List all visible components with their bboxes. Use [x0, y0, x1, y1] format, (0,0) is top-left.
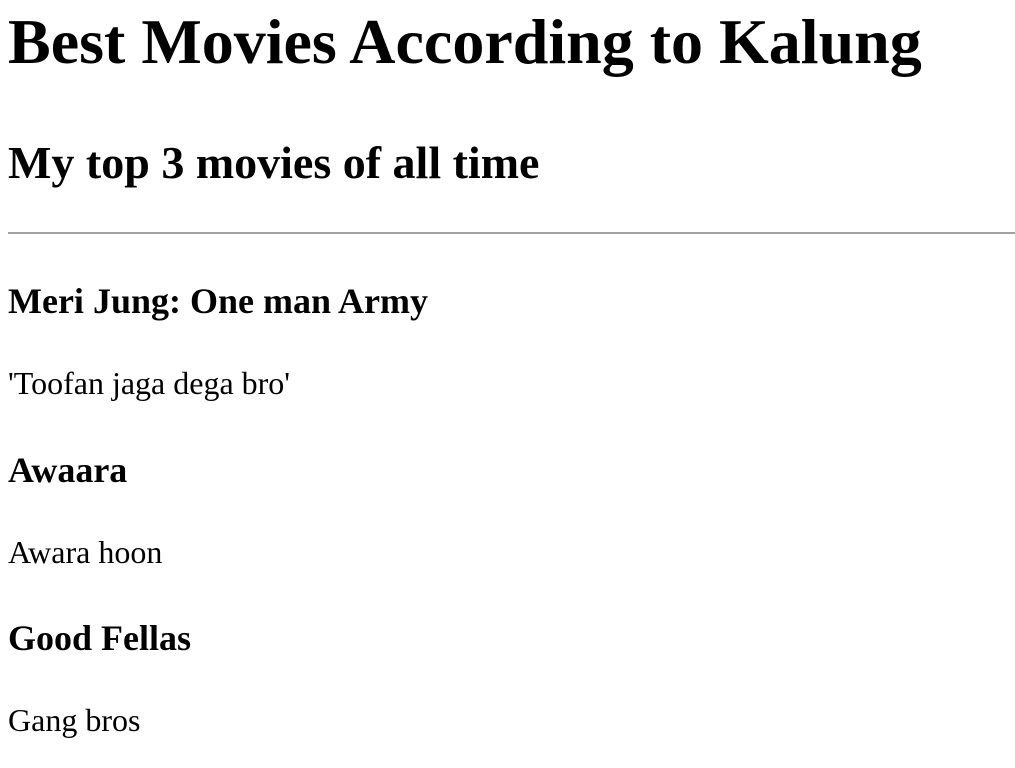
movie-description: 'Toofan jaga dega bro': [8, 365, 291, 401]
page: Best Movies According to Kalung My top 3…: [0, 0, 1015, 768]
movie-title: Awaara: [8, 450, 128, 490]
movie-title: Meri Jung: One man Army: [8, 281, 428, 321]
movie-title: Good Fellas: [8, 618, 192, 658]
movie-description: Gang bros: [8, 702, 141, 738]
movie-item: Meri Jung: One man Army 'Toofan jaga deg…: [8, 283, 1008, 399]
movie-description: Awara hoon: [8, 534, 163, 570]
movie-item: Awaara Awara hoon: [8, 452, 1008, 568]
page-subtitle: My top 3 movies of all time: [8, 137, 540, 188]
page-title: Best Movies According to Kalung: [8, 6, 922, 77]
movie-item: Good Fellas Gang bros: [8, 620, 1008, 736]
divider: [8, 232, 1015, 234]
